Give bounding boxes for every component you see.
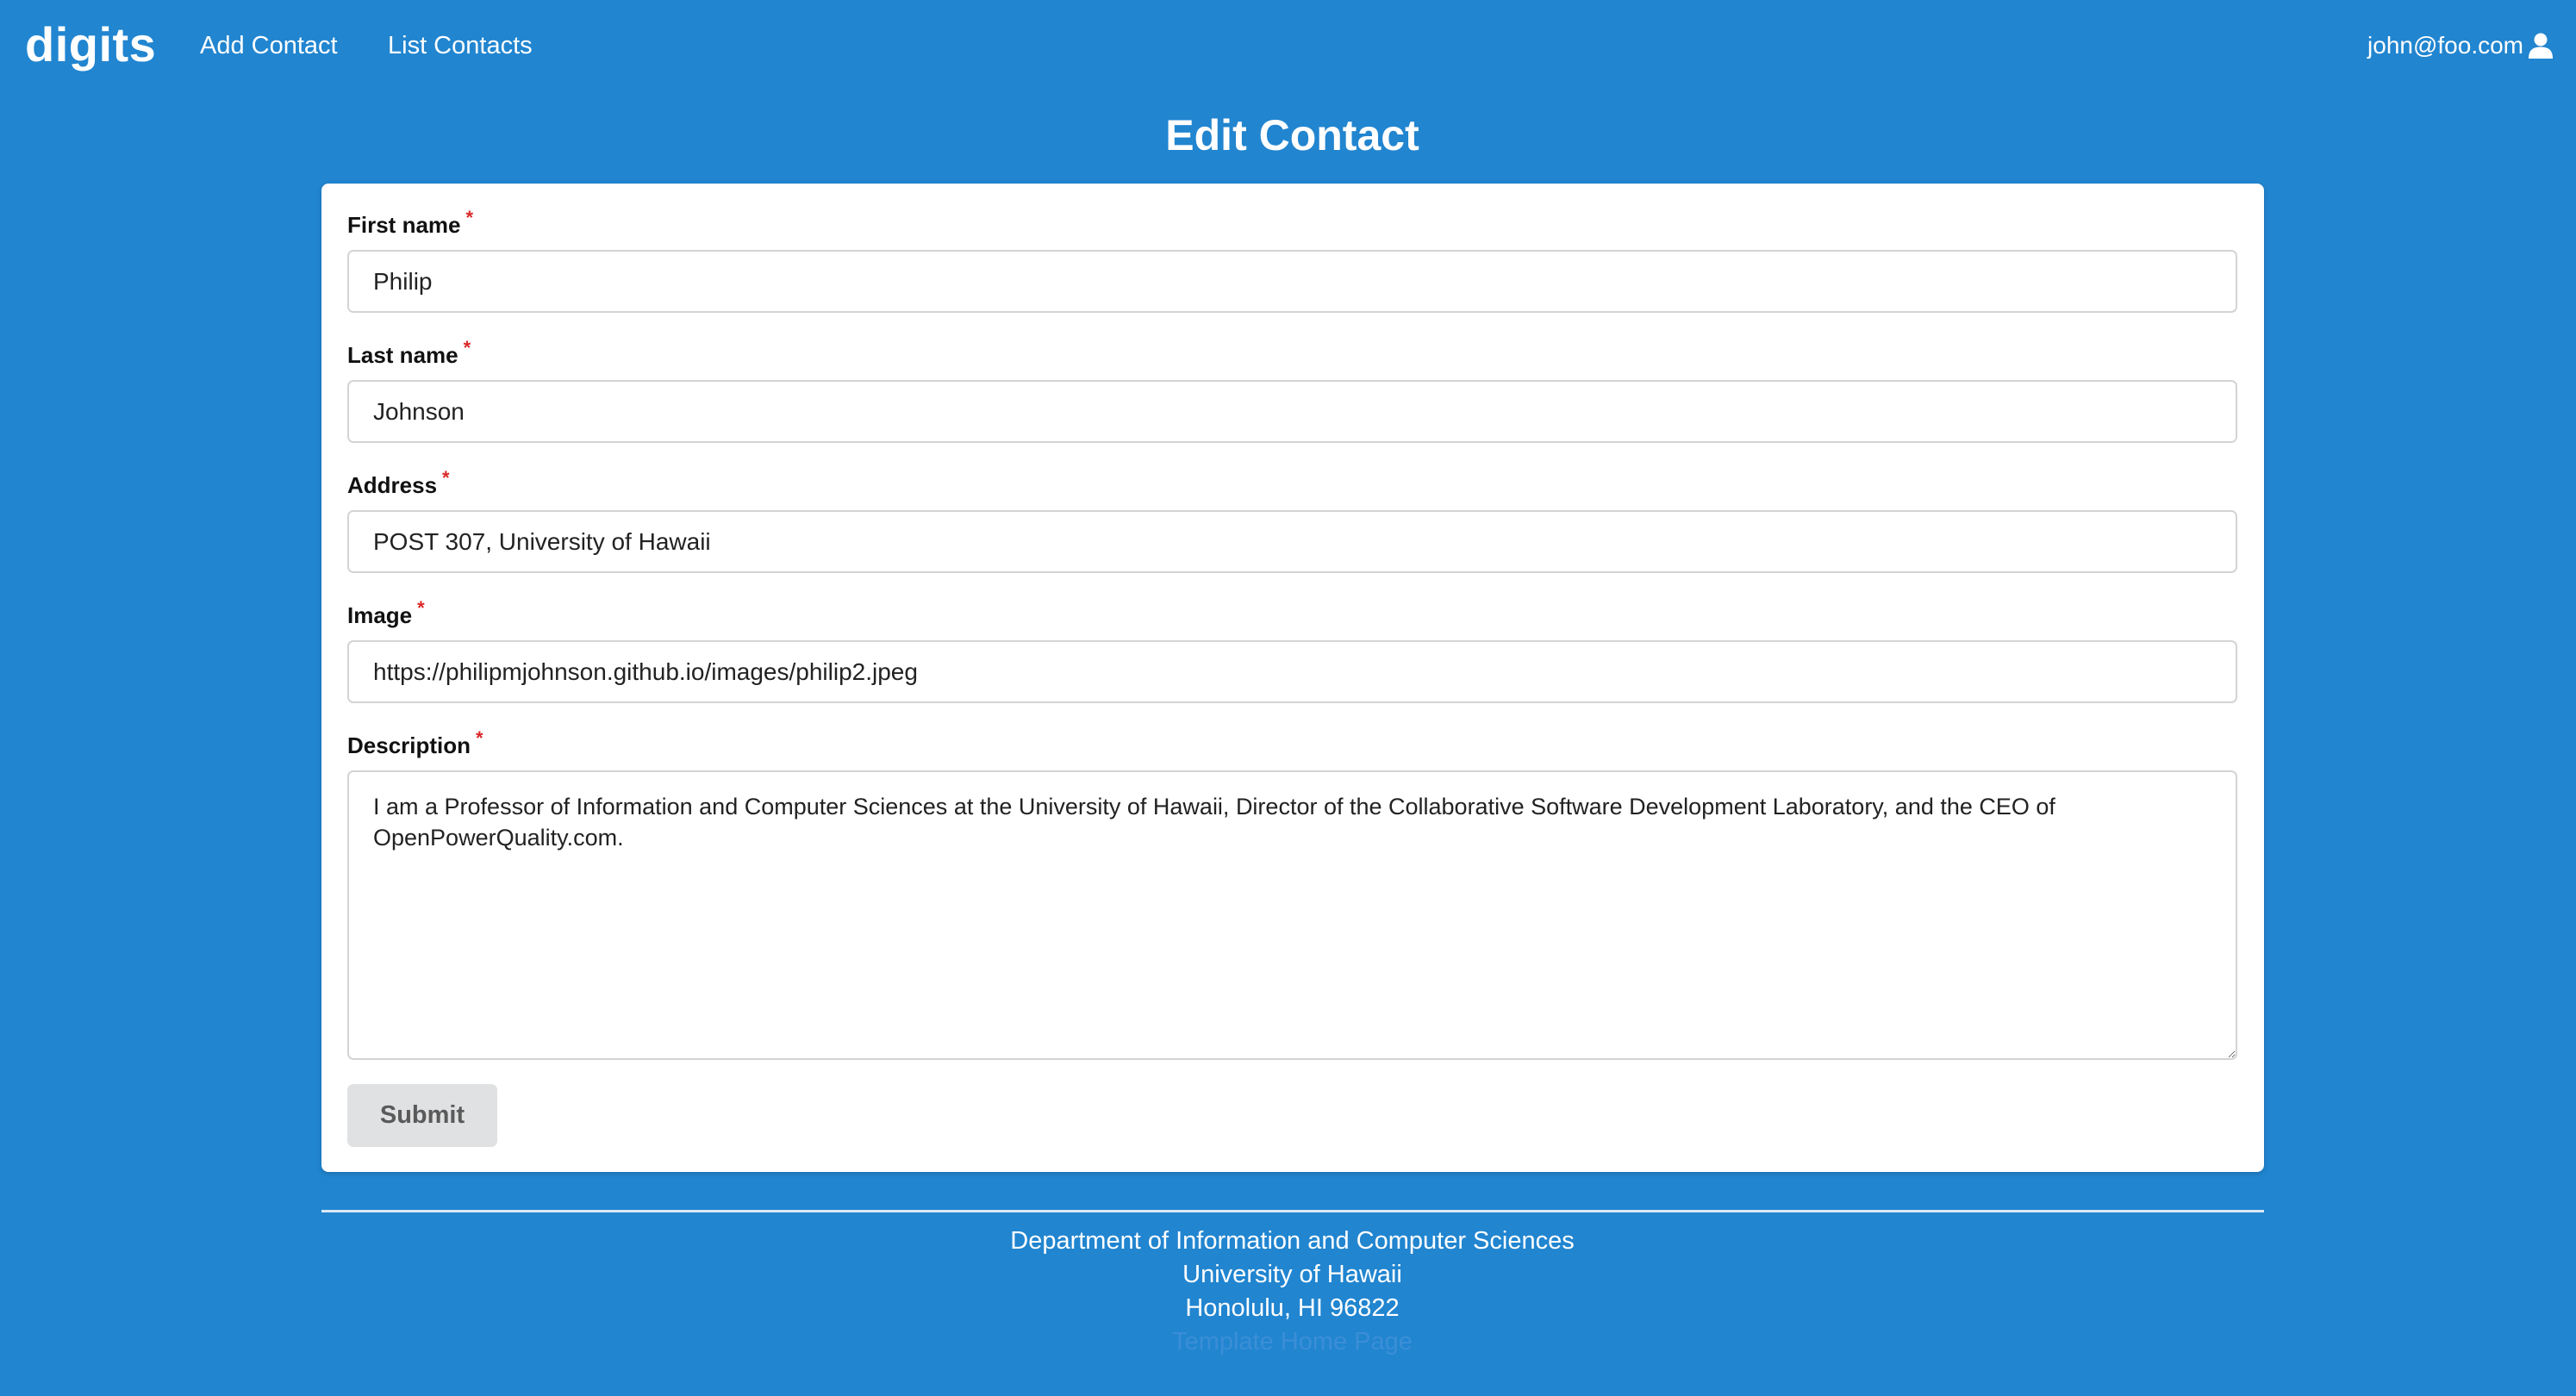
footer-divider [321, 1210, 2264, 1212]
user-email: john@foo.com [2367, 32, 2523, 59]
required-marker: * [465, 207, 474, 228]
page-title: Edit Contact [1165, 111, 1419, 159]
template-home-page-link[interactable]: Template Home Page [1172, 1328, 1413, 1355]
top-navbar: digits Add Contact List Contacts john@fo… [0, 0, 2576, 91]
nav-add-contact[interactable]: Add Contact [200, 24, 338, 67]
image-url-input[interactable] [347, 640, 2237, 703]
required-marker: * [417, 597, 425, 619]
footer-city: Honolulu, HI 96822 [1185, 1294, 1400, 1322]
image-label: Image * [347, 597, 425, 628]
nav-list-contacts[interactable]: List Contacts [388, 24, 533, 67]
description-textarea[interactable]: I am a Professor of Information and Comp… [347, 770, 2237, 1060]
user-icon [2529, 33, 2553, 59]
last-name-label: Last name * [347, 337, 471, 368]
first-name-input[interactable] [347, 250, 2237, 313]
description-label: Description * [347, 727, 483, 758]
required-marker: * [463, 337, 471, 358]
submit-button[interactable]: Submit [347, 1084, 497, 1147]
address-input[interactable] [347, 510, 2237, 573]
footer-link-row: Template Home Page [0, 1325, 2576, 1359]
brand-logo[interactable]: digits [25, 10, 156, 79]
footer-department: Department of Information and Computer S… [1010, 1227, 1575, 1255]
last-name-input[interactable] [347, 380, 2237, 443]
footer-university: University of Hawaii [1182, 1261, 1402, 1288]
required-marker: * [442, 467, 450, 489]
first-name-label: First name * [347, 207, 474, 238]
required-marker: * [476, 727, 483, 749]
user-menu[interactable]: john@foo.com [2367, 24, 2553, 67]
address-label: Address * [347, 467, 450, 498]
edit-contact-form: First name* Last name* Address* Image* D… [321, 184, 2264, 1172]
